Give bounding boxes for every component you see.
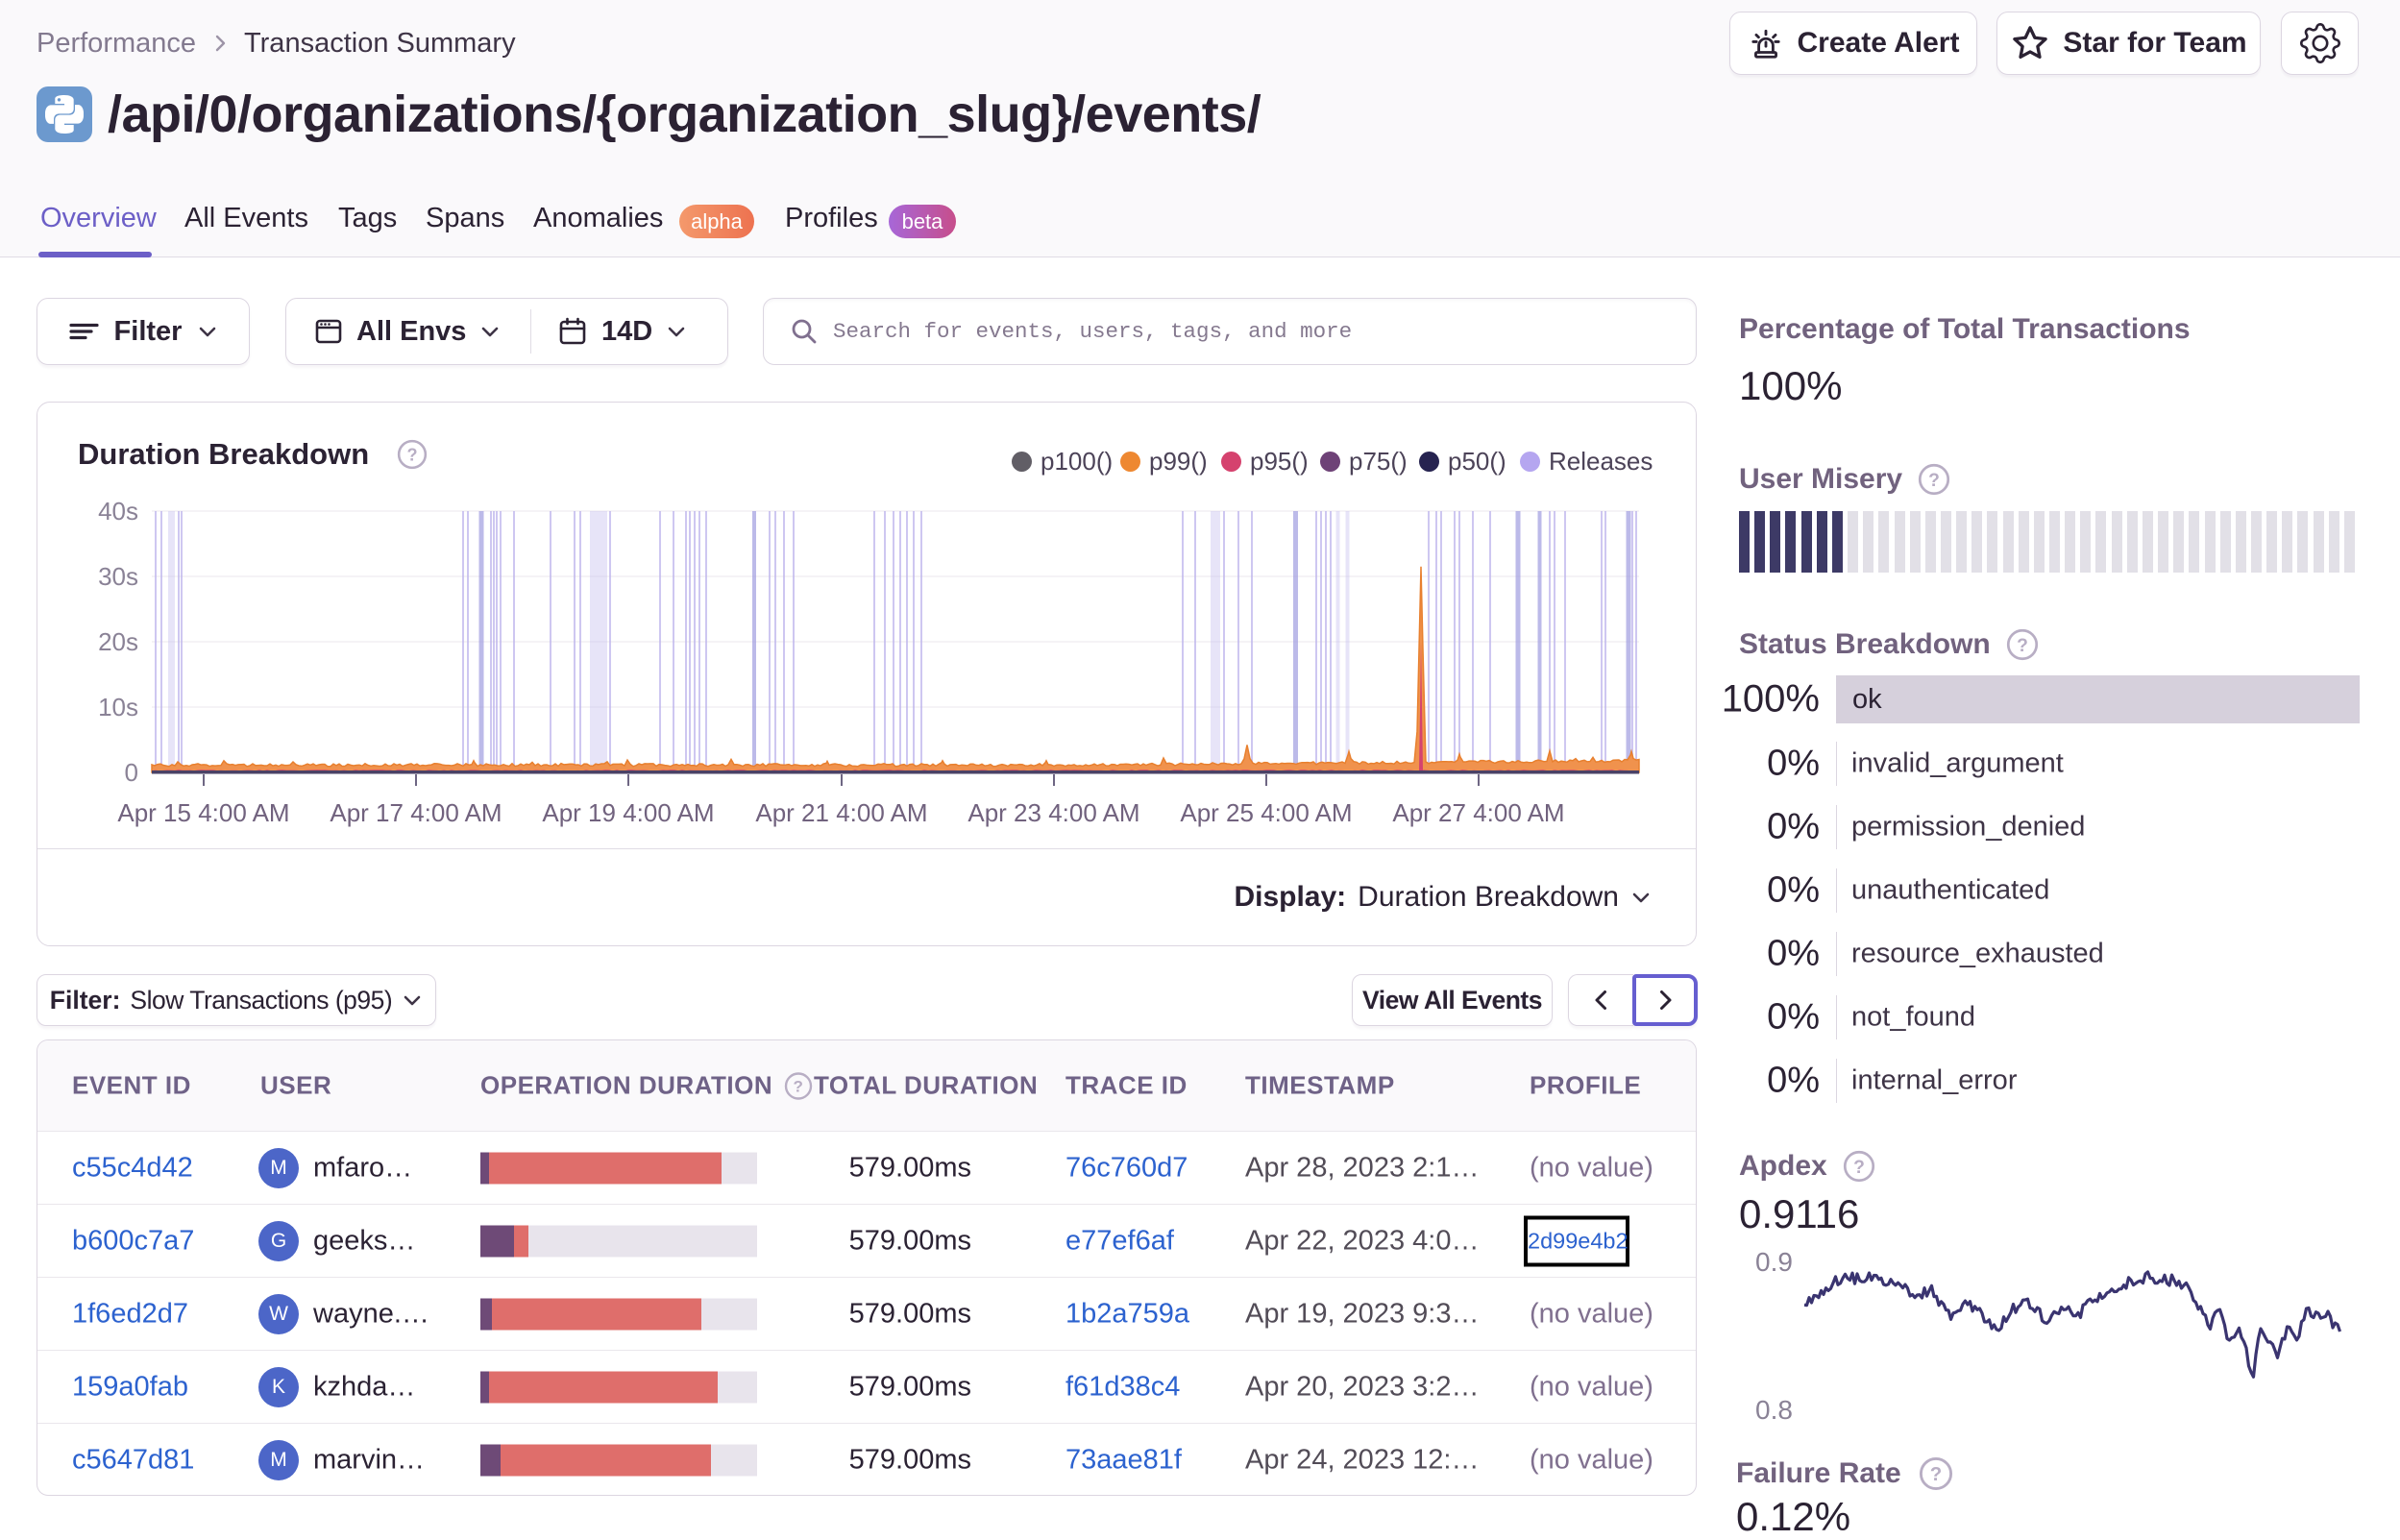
svg-text:?: ? <box>1930 1464 1942 1485</box>
svg-text:20s: 20s <box>98 627 138 656</box>
svg-text:?: ? <box>1853 1158 1865 1178</box>
svg-text:Apr 17 4:00 AM: Apr 17 4:00 AM <box>330 798 502 827</box>
svg-text:10s: 10s <box>98 693 138 721</box>
svg-text:?: ? <box>794 1077 804 1095</box>
svg-text:30s: 30s <box>98 562 138 591</box>
svg-text:Apr 27 4:00 AM: Apr 27 4:00 AM <box>1392 798 1564 827</box>
svg-text:Apr 23 4:00 AM: Apr 23 4:00 AM <box>967 798 1139 827</box>
svg-text:Apr 25 4:00 AM: Apr 25 4:00 AM <box>1180 798 1352 827</box>
svg-text:0: 0 <box>125 758 138 787</box>
svg-text:Apr 19 4:00 AM: Apr 19 4:00 AM <box>542 798 714 827</box>
svg-text:Apr 21 4:00 AM: Apr 21 4:00 AM <box>755 798 927 827</box>
svg-text:Apr 15 4:00 AM: Apr 15 4:00 AM <box>117 798 289 827</box>
svg-text:40s: 40s <box>98 497 138 526</box>
svg-text:?: ? <box>2017 636 2028 656</box>
svg-text:?: ? <box>1928 471 1940 491</box>
